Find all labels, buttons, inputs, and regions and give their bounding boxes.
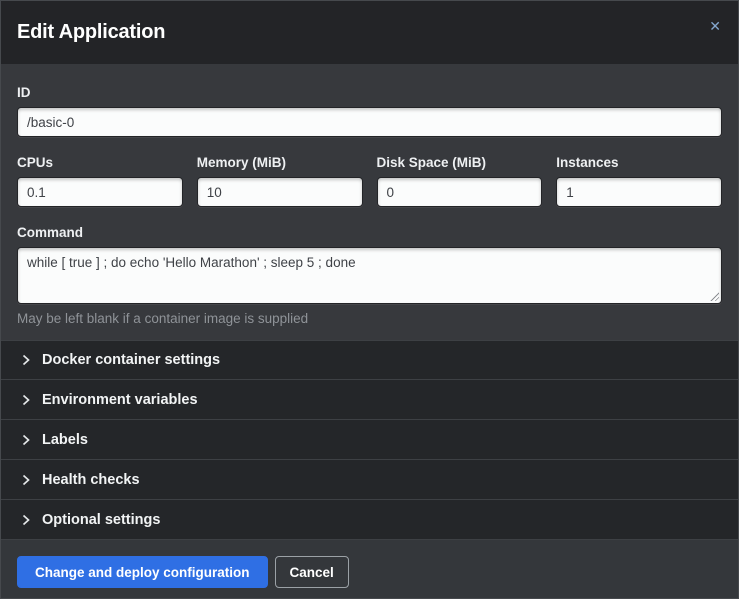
disk-space-input[interactable] bbox=[377, 177, 543, 207]
command-textarea[interactable]: while [ true ] ; do echo 'Hello Marathon… bbox=[17, 247, 722, 304]
section-docker-container-settings[interactable]: Docker container settings bbox=[1, 340, 738, 380]
change-and-deploy-button[interactable]: Change and deploy configuration bbox=[17, 556, 268, 588]
cpus-field-group: CPUs bbox=[17, 155, 183, 207]
memory-field-group: Memory (MiB) bbox=[197, 155, 363, 207]
command-textarea-wrap: while [ true ] ; do echo 'Hello Marathon… bbox=[17, 247, 722, 304]
chevron-right-icon bbox=[21, 394, 31, 406]
section-optional-settings[interactable]: Optional settings bbox=[1, 500, 738, 540]
modal-header: Edit Application ✕ bbox=[1, 1, 738, 64]
section-environment-variables[interactable]: Environment variables bbox=[1, 380, 738, 420]
memory-label: Memory (MiB) bbox=[197, 155, 363, 170]
disk-space-label: Disk Space (MiB) bbox=[377, 155, 543, 170]
cancel-button[interactable]: Cancel bbox=[275, 556, 349, 588]
id-input[interactable] bbox=[17, 107, 722, 137]
section-label: Labels bbox=[42, 432, 88, 448]
section-label: Optional settings bbox=[42, 512, 160, 528]
section-health-checks[interactable]: Health checks bbox=[1, 460, 738, 500]
id-field-group: ID bbox=[17, 85, 722, 137]
close-icon[interactable]: ✕ bbox=[705, 15, 725, 37]
chevron-right-icon bbox=[21, 474, 31, 486]
id-label: ID bbox=[17, 85, 722, 100]
command-field-group: Command while [ true ] ; do echo 'Hello … bbox=[17, 225, 722, 326]
instances-label: Instances bbox=[556, 155, 722, 170]
chevron-right-icon bbox=[21, 514, 31, 526]
instances-field-group: Instances bbox=[556, 155, 722, 207]
modal-title: Edit Application bbox=[17, 21, 165, 44]
command-help-text: May be left blank if a container image i… bbox=[17, 311, 722, 326]
chevron-right-icon bbox=[21, 434, 31, 446]
chevron-right-icon bbox=[21, 354, 31, 366]
section-labels[interactable]: Labels bbox=[1, 420, 738, 460]
cpus-input[interactable] bbox=[17, 177, 183, 207]
section-label: Docker container settings bbox=[42, 352, 220, 368]
application-form: ID CPUs Memory (MiB) Disk Space (MiB) In… bbox=[1, 64, 738, 340]
accordion-sections: Docker container settings Environment va… bbox=[1, 340, 738, 540]
cpus-label: CPUs bbox=[17, 155, 183, 170]
modal-footer: Change and deploy configuration Cancel bbox=[1, 540, 738, 599]
instances-input[interactable] bbox=[556, 177, 722, 207]
section-label: Environment variables bbox=[42, 392, 198, 408]
disk-space-field-group: Disk Space (MiB) bbox=[377, 155, 543, 207]
edit-application-modal: Edit Application ✕ ID CPUs Memory (MiB) … bbox=[0, 0, 739, 599]
command-label: Command bbox=[17, 225, 722, 240]
memory-input[interactable] bbox=[197, 177, 363, 207]
resource-field-row: CPUs Memory (MiB) Disk Space (MiB) Insta… bbox=[17, 155, 722, 207]
section-label: Health checks bbox=[42, 472, 140, 488]
